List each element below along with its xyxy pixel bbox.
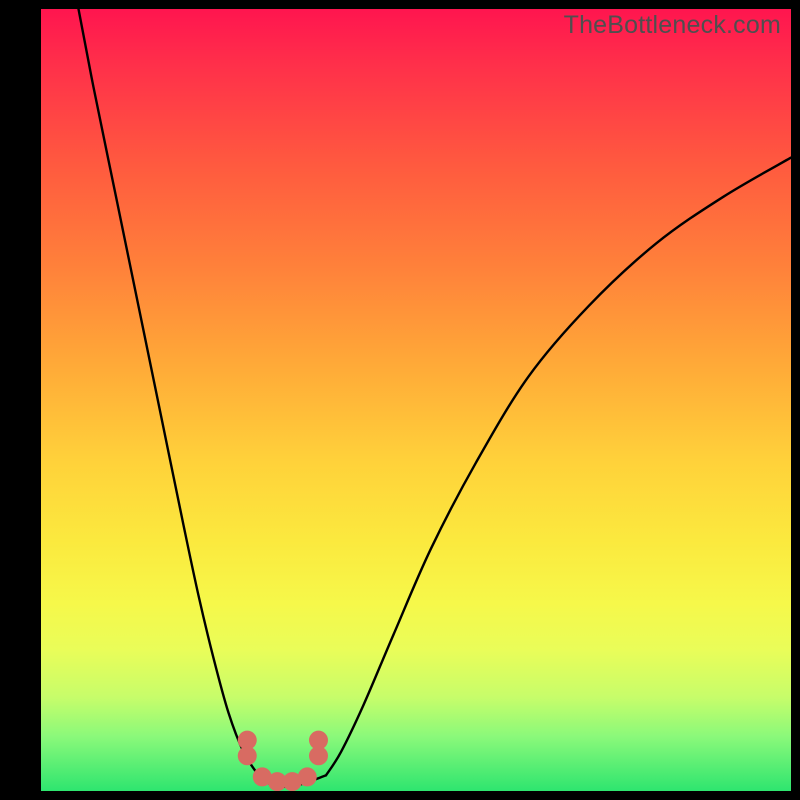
right-branch-path — [326, 158, 791, 776]
plot-area: TheBottleneck.com — [41, 9, 791, 791]
trough-marker — [298, 767, 317, 786]
trough-marker — [309, 731, 328, 750]
trough-marker — [238, 746, 257, 765]
outer-frame: TheBottleneck.com — [0, 0, 800, 800]
left-branch-path — [79, 9, 259, 775]
bottleneck-curve — [41, 9, 791, 791]
curve-group — [79, 9, 792, 791]
